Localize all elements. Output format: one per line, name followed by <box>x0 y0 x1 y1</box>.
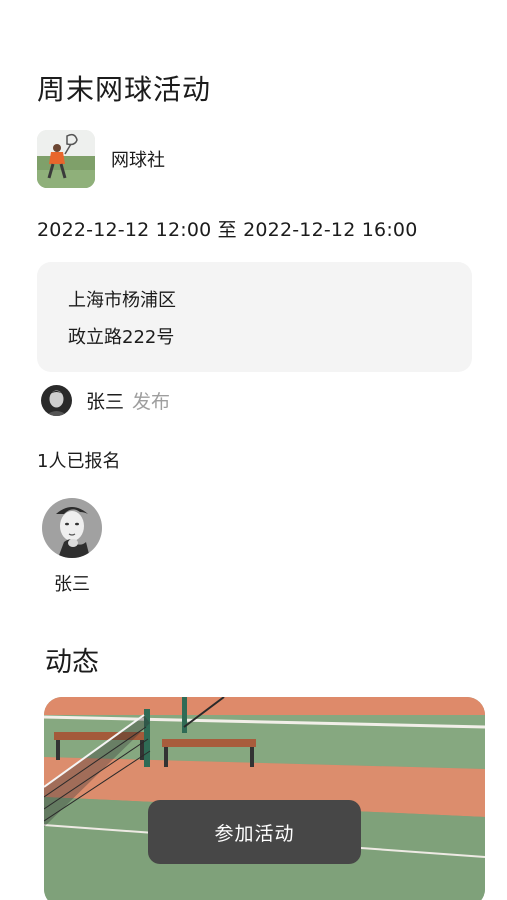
member-item[interactable]: 张三 <box>42 498 102 596</box>
club-info[interactable]: 网球社 <box>37 130 165 188</box>
publisher-action: 发布 <box>132 391 171 413</box>
join-activity-button[interactable]: 参加活动 <box>148 800 361 864</box>
publisher-name: 张三 <box>86 391 125 413</box>
moment-photo[interactable] <box>44 697 485 900</box>
member-name: 张三 <box>54 574 90 595</box>
address-line-1: 上海市杨浦区 <box>68 290 176 311</box>
activity-detail-page: 周末网球活动 网球社 2022-12-12 12:00 至 2022-12-12… <box>0 0 507 900</box>
club-avatar <box>37 130 95 188</box>
club-name: 网球社 <box>111 150 165 171</box>
publisher-avatar[interactable] <box>41 385 72 416</box>
address-line-2: 政立路222号 <box>68 327 175 348</box>
member-avatar <box>42 498 102 558</box>
participant-count: 1人已报名 <box>37 451 121 472</box>
publisher-info: 张三 发布 <box>41 385 170 416</box>
activity-time-range: 2022-12-12 12:00 至 2022-12-12 16:00 <box>37 219 418 241</box>
address-card[interactable]: 上海市杨浦区 政立路222号 <box>37 262 472 372</box>
moments-heading: 动态 <box>45 647 99 678</box>
activity-title: 周末网球活动 <box>37 73 212 106</box>
